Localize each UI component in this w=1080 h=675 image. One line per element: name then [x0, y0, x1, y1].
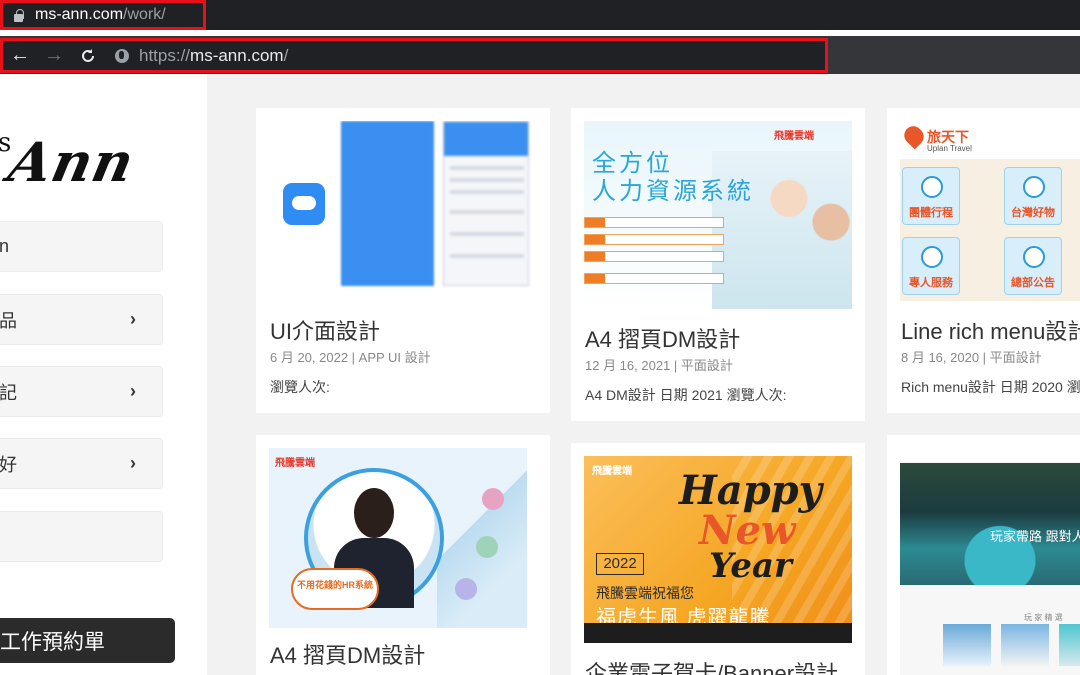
- address-input[interactable]: https://ms-ann.com/: [139, 46, 288, 66]
- card-thumbnail[interactable]: 飛騰雲端 全方位 人力資源系統: [584, 121, 852, 311]
- app-splash-image: [341, 121, 434, 286]
- reload-icon[interactable]: [71, 41, 105, 70]
- site-host: ms-ann.com: [35, 6, 124, 23]
- portfolio-card[interactable]: 玩家帶路 跟對人走對 玩 家 精 選: [887, 435, 1080, 675]
- sidebar-item-label: 品: [0, 310, 17, 331]
- feature-bar: [584, 273, 724, 284]
- sidebar-item-3[interactable]: 好 ›: [0, 438, 163, 489]
- menu-tile: 專人服務: [902, 237, 960, 295]
- card-title[interactable]: A4 摺頁DM設計: [585, 322, 740, 354]
- lock-icon: [13, 8, 24, 22]
- greeting-line: 飛騰雲端祝福您: [596, 585, 694, 601]
- card-title[interactable]: 企業電子賀卡/Banner設計: [585, 656, 838, 675]
- sidebar-item-label: 好: [0, 454, 17, 475]
- url-host: ms-ann.com: [190, 45, 284, 65]
- brand-logo: 飛騰雲端: [774, 131, 814, 142]
- featured-photo: [1059, 624, 1080, 666]
- site-address-highlight[interactable]: ms-ann.com/work/: [0, 0, 206, 30]
- portfolio-card[interactable]: 飛騰雲端 不用花錢的HR系統 A4 摺頁DM設計: [256, 435, 550, 675]
- menu-tile: 總部公告: [1004, 237, 1062, 295]
- featured-photo: [943, 624, 991, 666]
- sidebar-item-0[interactable]: n: [0, 221, 163, 272]
- site-path: /work/: [123, 6, 166, 23]
- portfolio-grid: UI介面設計 6 月 20, 2022 | APP UI 設計 瀏覽人次: 飛騰…: [207, 74, 1080, 675]
- card-thumbnail[interactable]: 旅天下 Uplan Travel 團體行程 台灣好物 專人服務 總部公告: [900, 121, 1080, 301]
- feature-bar: [584, 234, 724, 245]
- card-excerpt: A4 DM設計 日期 2021 瀏覽人次:: [585, 387, 787, 403]
- sidebar-item-4[interactable]: [0, 511, 163, 562]
- brand-subtitle: Uplan Travel: [927, 144, 972, 153]
- chevron-right-icon[interactable]: ›: [130, 381, 136, 402]
- happy-new-year-lettering: Happy New Year: [679, 467, 822, 586]
- card-meta[interactable]: 12 月 16, 2021 | 平面設計: [585, 355, 733, 374]
- chevron-right-icon[interactable]: ›: [130, 309, 136, 330]
- portfolio-card[interactable]: 飛騰雲端 Happy New Year 2022 飛騰雲端祝福您 福虎生風 虎躍…: [571, 443, 865, 675]
- menu-tile: 團體行程: [902, 167, 960, 225]
- sidebar: s Ann n 品 › 記 › 好 ›: [0, 74, 207, 675]
- card-meta[interactable]: 6 月 20, 2022 | APP UI 設計: [270, 347, 431, 366]
- sidebar-item-2[interactable]: 記 ›: [0, 366, 163, 417]
- brand-logo: 飛騰雲端: [592, 466, 632, 477]
- sidebar-item-1[interactable]: 品 ›: [0, 294, 163, 345]
- app-screen-image: [443, 121, 529, 286]
- brand-logo: 飛騰雲端: [275, 458, 315, 469]
- sea-cave-image: [900, 463, 1080, 585]
- year-label: 2022: [596, 553, 644, 575]
- thumb-headline: 人力資源系統: [592, 178, 754, 205]
- site-logo[interactable]: Ann: [3, 130, 140, 194]
- portfolio-card[interactable]: UI介面設計 6 月 20, 2022 | APP UI 設計 瀏覽人次:: [256, 108, 550, 413]
- feature-bar: [584, 217, 724, 228]
- section-heading: 玩 家 精 選: [1024, 613, 1063, 622]
- browser-navbar: ← → https://ms-ann.com/: [0, 36, 1080, 74]
- card-title[interactable]: A4 摺頁DM設計: [270, 638, 425, 670]
- card-thumbnail[interactable]: 飛騰雲端 Happy New Year 2022 飛騰雲端祝福您 福虎生風 虎躍…: [584, 456, 852, 643]
- booking-button[interactable]: 工作預約單: [0, 618, 175, 663]
- feature-bar: [584, 251, 724, 262]
- url-path: /: [283, 45, 289, 65]
- address-bar-highlight: ← → https://ms-ann.com/: [0, 38, 828, 73]
- browser-topbar: ms-ann.com/work/: [0, 0, 1080, 30]
- card-meta[interactable]: 8 月 16, 2020 | 平面設計: [901, 347, 1042, 366]
- portfolio-card[interactable]: 旅天下 Uplan Travel 團體行程 台灣好物 專人服務 總部公告 Lin…: [887, 108, 1080, 413]
- menu-tile: 台灣好物: [1004, 167, 1062, 225]
- forward-icon[interactable]: →: [37, 41, 71, 70]
- globe-icon: [115, 48, 129, 63]
- logo-prefix: s: [0, 128, 12, 158]
- card-title[interactable]: Line rich menu設計: [901, 314, 1080, 346]
- featured-photo: [1001, 624, 1049, 666]
- card-thumbnail[interactable]: 飛騰雲端 不用花錢的HR系統: [269, 448, 527, 628]
- card-excerpt: 瀏覽人次:: [270, 379, 330, 395]
- chevron-right-icon[interactable]: ›: [130, 453, 136, 474]
- cloud-app-icon: [283, 183, 325, 225]
- back-icon[interactable]: ←: [3, 41, 37, 70]
- url-scheme: https://: [139, 45, 191, 65]
- portfolio-card[interactable]: 飛騰雲端 全方位 人力資源系統 A4 摺頁DM設計 12 月 16, 2021 …: [571, 108, 865, 421]
- card-excerpt: Rich menu設計 日期 2020 瀏: [901, 379, 1080, 395]
- hr-badge: 不用花錢的HR系統: [291, 568, 379, 610]
- sidebar-item-label: n: [0, 236, 10, 256]
- hero-slogan: 玩家帶路 跟對人走對: [990, 529, 1080, 544]
- card-title[interactable]: UI介面設計: [270, 314, 380, 346]
- card-thumbnail[interactable]: [269, 121, 537, 296]
- card-thumbnail[interactable]: 玩家帶路 跟對人走對 玩 家 精 選: [900, 448, 1080, 675]
- sidebar-item-label: 記: [0, 382, 17, 403]
